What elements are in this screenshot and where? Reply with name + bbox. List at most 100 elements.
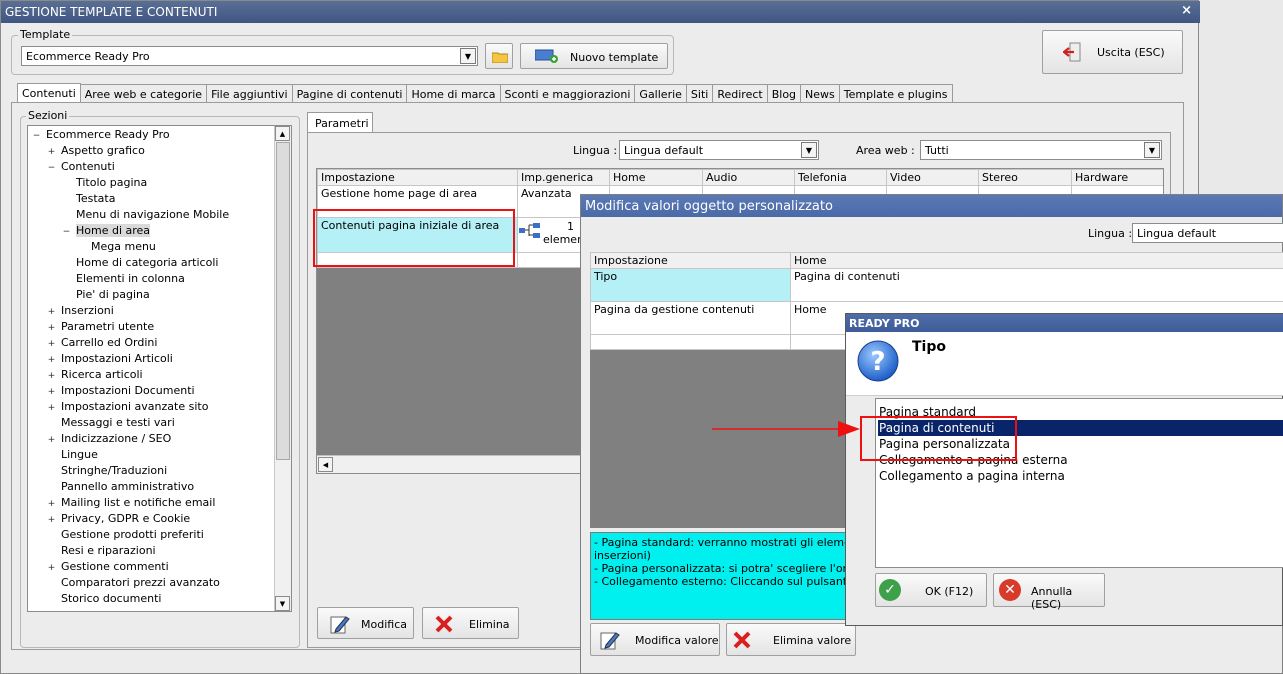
question-icon: ?: [857, 340, 899, 382]
modify-button[interactable]: Modifica: [317, 607, 414, 639]
tree-item[interactable]: Pannello amministrativo: [61, 480, 194, 493]
scroll-left-icon[interactable]: ◀: [318, 457, 333, 472]
expand-icon[interactable]: +: [47, 372, 56, 381]
tree-item[interactable]: Carrello ed Ordini: [61, 336, 157, 349]
expand-icon[interactable]: +: [47, 148, 56, 157]
new-template-button[interactable]: Nuovo template: [520, 43, 668, 69]
cancel-button[interactable]: ✕ Annulla (ESC): [993, 573, 1105, 611]
tree-item[interactable]: Storico documenti: [61, 592, 161, 605]
row-value[interactable]: Pagina di contenuti: [790, 268, 1283, 302]
list-item[interactable]: Collegamento a pagina interna: [878, 468, 1065, 484]
new-template-icon: [535, 49, 558, 63]
tab-item[interactable]: Aree web e categorie: [79, 84, 208, 103]
tree-item[interactable]: Home di area: [76, 224, 151, 237]
tab-item[interactable]: File aggiuntivi: [206, 84, 293, 103]
area-web-select[interactable]: Tutti ▼: [920, 140, 1162, 160]
tab-item[interactable]: Redirect: [712, 84, 768, 103]
column-header: Video: [886, 169, 979, 186]
expand-icon[interactable]: +: [47, 516, 56, 525]
tab-item[interactable]: Template e plugins: [838, 84, 953, 103]
chevron-down-icon[interactable]: ▼: [801, 142, 817, 158]
exit-label: Uscita (ESC): [1097, 46, 1165, 59]
tree-item[interactable]: Mega menu: [91, 240, 156, 253]
tree-item[interactable]: Impostazioni avanzate sito: [61, 400, 208, 413]
tab-parametri[interactable]: Parametri: [307, 112, 373, 133]
tree-item[interactable]: Inserzioni: [61, 304, 114, 317]
tree-item[interactable]: Pie' di pagina: [76, 288, 150, 301]
tree-scrollbar[interactable]: ▲ ▼: [274, 126, 291, 611]
tab-item[interactable]: Blog: [766, 84, 802, 103]
sections-tree[interactable]: − Ecommerce Ready Pro + Aspetto grafico − Con…: [27, 125, 292, 612]
delete-value-button[interactable]: Elimina valore: [726, 623, 856, 656]
area-web-value: Tutti: [925, 144, 949, 157]
ok-button[interactable]: ✓ OK (F12): [875, 573, 987, 607]
area-web-label: Area web :: [856, 144, 915, 157]
expand-icon[interactable]: +: [47, 500, 56, 509]
chevron-down-icon[interactable]: ▼: [1144, 142, 1160, 158]
tree-item[interactable]: Comparatori prezzi avanzato: [61, 576, 220, 589]
tree-item[interactable]: Indicizzazione / SEO: [61, 432, 171, 445]
tree-item[interactable]: Elementi in colonna: [76, 272, 185, 285]
expand-icon[interactable]: +: [47, 388, 56, 397]
main-tabs: Contenuti Aree web e categorie File aggiun…: [17, 83, 953, 103]
column-header: Home: [790, 252, 1283, 269]
expand-icon[interactable]: +: [47, 436, 56, 445]
tab-item[interactable]: Pagine di contenuti: [291, 84, 408, 103]
collapse-icon[interactable]: −: [32, 132, 41, 141]
table-row[interactable]: Tipo Pagina di contenuti: [590, 268, 1283, 302]
open-folder-button[interactable]: [485, 43, 513, 69]
tree-item[interactable]: Home di categoria articoli: [76, 256, 218, 269]
tree-item[interactable]: Impostazioni Articoli: [61, 352, 173, 365]
column-header: Impostazione: [317, 169, 518, 186]
tree-item[interactable]: Privacy, GDPR e Cookie: [61, 512, 190, 525]
tree-item[interactable]: Testata: [76, 192, 115, 205]
tree-item[interactable]: Messaggi e testi vari: [61, 416, 175, 429]
tree-item[interactable]: Lingue: [61, 448, 98, 461]
delete-button[interactable]: Elimina: [422, 607, 519, 639]
tab-item[interactable]: News: [800, 84, 840, 103]
scroll-thumb[interactable]: [276, 142, 290, 460]
scroll-down-icon[interactable]: ▼: [275, 596, 290, 611]
expand-icon[interactable]: +: [47, 404, 56, 413]
expand-icon[interactable]: +: [47, 308, 56, 317]
tree-item[interactable]: Gestione prodotti preferiti: [61, 528, 204, 541]
msgbox-title: READY PRO: [849, 317, 920, 330]
tab-item[interactable]: Contenuti: [17, 83, 81, 103]
tree-item[interactable]: Resi e riparazioni: [61, 544, 156, 557]
tree-item[interactable]: Gestione commenti: [61, 560, 169, 573]
ok-label: OK (F12): [925, 585, 974, 598]
folder-icon: [492, 52, 508, 63]
modify-value-button[interactable]: Modifica valore: [590, 623, 720, 656]
tree-item[interactable]: Menu di navigazione Mobile: [76, 208, 229, 221]
tree-item[interactable]: Contenuti: [61, 160, 115, 173]
expand-icon[interactable]: +: [47, 564, 56, 573]
expand-icon[interactable]: +: [47, 356, 56, 365]
tab-item[interactable]: Sconti e maggiorazioni: [499, 84, 636, 103]
column-header: Impostazione: [590, 252, 791, 269]
tree-item[interactable]: Impostazioni Documenti: [61, 384, 195, 397]
tree-item[interactable]: Ecommerce Ready Pro: [46, 128, 170, 141]
scroll-up-icon[interactable]: ▲: [275, 126, 290, 141]
tree-item[interactable]: Aspetto grafico: [61, 144, 145, 157]
lingua-select[interactable]: Lingua default ▼: [619, 140, 819, 160]
template-select[interactable]: Ecommerce Ready Pro ▼: [21, 46, 478, 66]
tab-item[interactable]: Home di marca: [406, 84, 501, 103]
dialog-lingua-select[interactable]: Lingua default: [1132, 223, 1283, 243]
collapse-icon[interactable]: −: [62, 228, 71, 237]
tab-item[interactable]: Siti: [685, 84, 714, 103]
tree-item[interactable]: Ricerca articoli: [61, 368, 143, 381]
tree-item[interactable]: Mailing list e notifiche email: [61, 496, 215, 509]
tree-item[interactable]: Stringhe/Traduzioni: [61, 464, 167, 477]
exit-button[interactable]: Uscita (ESC): [1042, 30, 1183, 74]
expand-icon[interactable]: +: [47, 324, 56, 333]
close-icon[interactable]: ×: [1181, 3, 1192, 18]
modify-label: Modifica: [361, 618, 407, 631]
tab-item[interactable]: Gallerie: [634, 84, 687, 103]
tree-item[interactable]: Titolo pagina: [76, 176, 147, 189]
collapse-icon[interactable]: −: [47, 164, 56, 173]
expand-icon[interactable]: +: [47, 340, 56, 349]
chevron-down-icon[interactable]: ▼: [460, 48, 476, 64]
tree-item[interactable]: Parametri utente: [61, 320, 154, 333]
delete-x-icon: [435, 615, 453, 633]
delete-x-icon: [733, 631, 751, 649]
